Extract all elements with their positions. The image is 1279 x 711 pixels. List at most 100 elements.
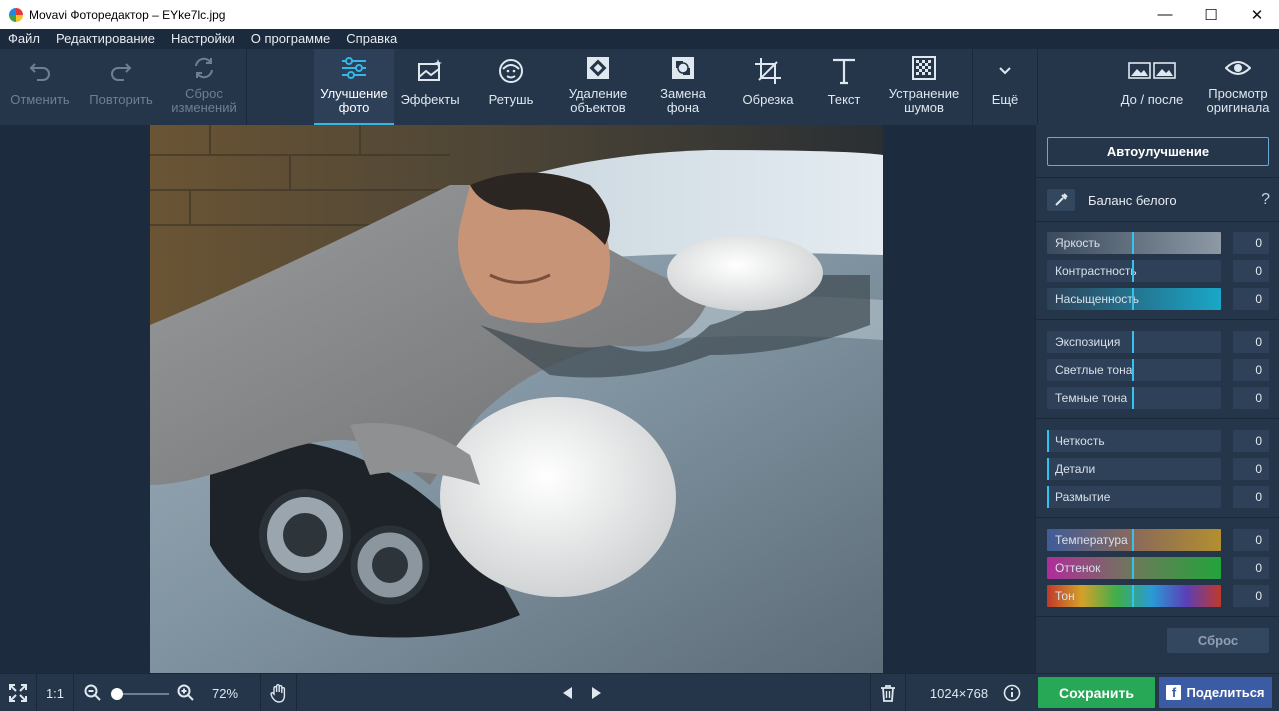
sharpness-slider[interactable]: Четкость [1047, 430, 1221, 452]
share-button[interactable]: f Поделиться [1159, 677, 1272, 708]
menu-settings[interactable]: Настройки [163, 29, 243, 49]
zoom-out-button[interactable] [82, 674, 104, 711]
blur-value[interactable]: 0 [1233, 486, 1269, 508]
more-label: Ещё [991, 92, 1019, 107]
before-after-button[interactable]: До / после [1110, 49, 1194, 125]
blur-thumb[interactable] [1047, 486, 1049, 508]
highlights-value[interactable]: 0 [1233, 359, 1269, 381]
sharpness-label: Четкость [1055, 434, 1105, 448]
panel-divider [1036, 616, 1279, 617]
shadows-slider[interactable]: Темные тона [1047, 387, 1221, 409]
info-icon [1003, 684, 1021, 702]
remove-objects-icon [587, 57, 609, 79]
saturation-slider[interactable]: Насыщенность [1047, 288, 1221, 310]
tab-enhance[interactable]: Улучшение фото [314, 49, 394, 125]
brightness-slider[interactable]: Яркость [1047, 232, 1221, 254]
contrast-value[interactable]: 0 [1233, 260, 1269, 282]
panel-divider [1036, 221, 1279, 222]
tab-effects[interactable]: Эффекты [394, 49, 466, 125]
contrast-thumb[interactable] [1132, 260, 1134, 282]
tint-slider[interactable]: Оттенок [1047, 557, 1221, 579]
chevron-down-icon [999, 67, 1011, 75]
previous-image-button[interactable] [556, 674, 578, 711]
toolbar-divider [246, 49, 247, 125]
temperature-thumb[interactable] [1132, 529, 1134, 551]
contrast-slider[interactable]: Контрастность [1047, 260, 1221, 282]
menu-edit[interactable]: Редактирование [48, 29, 163, 49]
exposure-value[interactable]: 0 [1233, 331, 1269, 353]
exposure-slider[interactable]: Экспозиция [1047, 331, 1221, 353]
delete-button[interactable] [871, 674, 905, 711]
reset-changes-button[interactable]: Сброс изменений [162, 49, 246, 125]
status-divider [905, 674, 906, 711]
details-label: Детали [1055, 462, 1096, 476]
saturation-thumb[interactable] [1132, 288, 1134, 310]
enhance-label: Улучшение фото [320, 86, 388, 115]
tab-text[interactable]: Текст [812, 49, 876, 125]
toolbar-divider [1037, 49, 1038, 125]
auto-enhance-button[interactable]: Автоулучшение [1047, 137, 1269, 166]
blur-label: Размытие [1055, 490, 1111, 504]
more-tools-button[interactable]: Ещё [973, 49, 1037, 125]
tint-thumb[interactable] [1132, 557, 1134, 579]
minimize-button[interactable]: — [1142, 0, 1188, 29]
file-info-button[interactable] [1001, 674, 1023, 711]
redo-button[interactable]: Повторить [80, 49, 162, 125]
save-button[interactable]: Сохранить [1038, 677, 1155, 708]
denoise-label: Устранение шумов [888, 86, 960, 115]
maximize-button[interactable]: ☐ [1188, 0, 1234, 29]
zoom-in-button[interactable] [175, 674, 197, 711]
zoom-slider-thumb[interactable] [111, 688, 123, 700]
blur-slider[interactable]: Размытие [1047, 486, 1221, 508]
help-icon[interactable]: ? [1261, 191, 1270, 209]
tab-remove-objects[interactable]: Удаление объектов [557, 49, 639, 125]
tint-value[interactable]: 0 [1233, 557, 1269, 579]
highlights-thumb[interactable] [1132, 359, 1134, 381]
shadows-value[interactable]: 0 [1233, 387, 1269, 409]
eyedropper-button[interactable] [1047, 189, 1075, 211]
sharpness-thumb[interactable] [1047, 430, 1049, 452]
pan-tool-button[interactable] [262, 674, 296, 711]
tab-crop[interactable]: Обрезка [730, 49, 806, 125]
zoom-in-icon [177, 684, 194, 701]
exposure-thumb[interactable] [1132, 331, 1134, 353]
contrast-label: Контрастность [1055, 264, 1137, 278]
fit-to-screen-button[interactable] [0, 674, 36, 711]
adjustments-panel: Автоулучшение Баланс белого ? Яркость 0 … [1035, 125, 1279, 673]
menu-bar: Файл Редактирование Настройки О программ… [0, 29, 1279, 49]
replace-bg-label: Замена фона [660, 86, 706, 115]
window-title: Movavi Фоторедактор – EYke7lc.jpg [29, 7, 226, 22]
details-thumb[interactable] [1047, 458, 1049, 480]
undo-button[interactable]: Отменить [0, 49, 80, 125]
tab-replace-background[interactable]: Замена фона [648, 49, 718, 125]
temperature-slider[interactable]: Температура [1047, 529, 1221, 551]
temperature-value[interactable]: 0 [1233, 529, 1269, 551]
hue-slider[interactable]: Тон [1047, 585, 1221, 607]
undo-icon [29, 63, 50, 81]
view-original-button[interactable]: Просмотр оригинала [1198, 49, 1278, 125]
sharpness-value[interactable]: 0 [1233, 430, 1269, 452]
shadows-thumb[interactable] [1132, 387, 1134, 409]
temperature-label: Температура [1055, 533, 1128, 547]
menu-about[interactable]: О программе [243, 29, 339, 49]
actual-size-button[interactable]: 1:1 [37, 674, 73, 711]
brightness-thumb[interactable] [1132, 232, 1134, 254]
tab-denoise[interactable]: Устранение шумов [882, 49, 966, 125]
hue-value[interactable]: 0 [1233, 585, 1269, 607]
details-slider[interactable]: Детали [1047, 458, 1221, 480]
saturation-value[interactable]: 0 [1233, 288, 1269, 310]
highlights-slider[interactable]: Светлые тона [1047, 359, 1221, 381]
white-balance-label: Баланс белого [1088, 192, 1177, 208]
menu-help[interactable]: Справка [338, 29, 405, 49]
next-image-button[interactable] [586, 674, 608, 711]
tab-retouch[interactable]: Ретушь [475, 49, 547, 125]
redo-label: Повторить [89, 92, 153, 107]
close-button[interactable]: ✕ [1234, 0, 1279, 29]
reset-button[interactable]: Сброс [1167, 628, 1269, 653]
photo-preview[interactable] [150, 125, 883, 673]
details-value[interactable]: 0 [1233, 458, 1269, 480]
menu-file[interactable]: Файл [0, 29, 48, 49]
hue-thumb[interactable] [1132, 585, 1134, 607]
brightness-value[interactable]: 0 [1233, 232, 1269, 254]
canvas-area[interactable] [0, 125, 1035, 673]
